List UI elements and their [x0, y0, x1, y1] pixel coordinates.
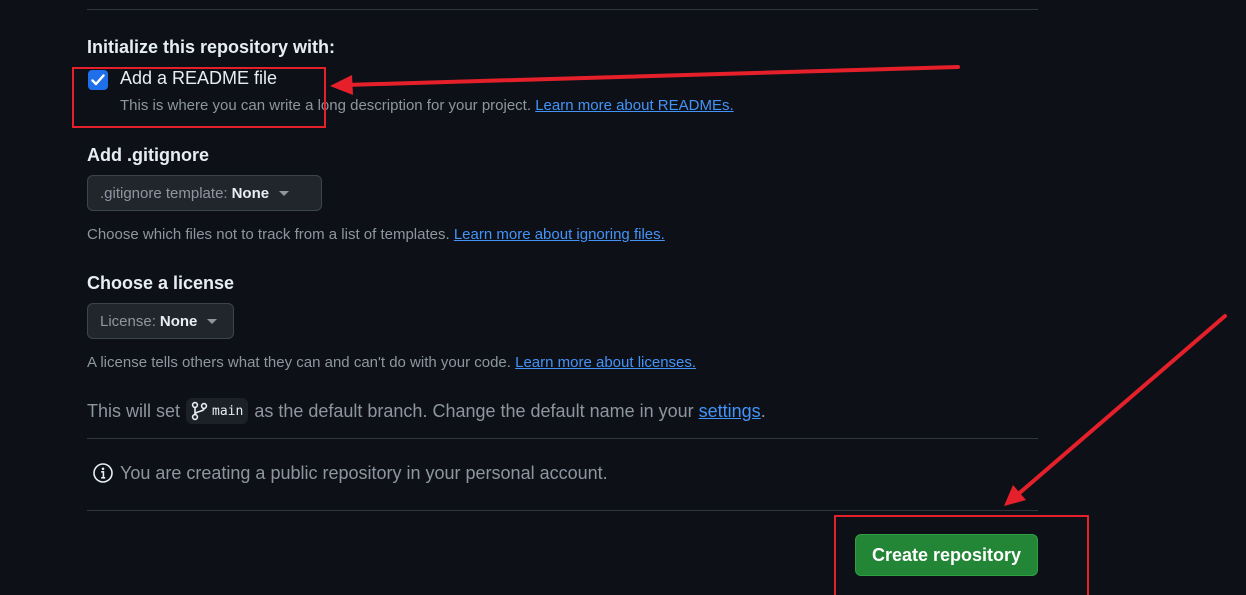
annotation-arrows — [330, 65, 1227, 506]
create-annotation-arrow — [1004, 314, 1227, 506]
repo-create-form: Initialize this repository with: Add a R… — [0, 0, 1246, 595]
readme-annotation-arrow — [330, 65, 960, 95]
